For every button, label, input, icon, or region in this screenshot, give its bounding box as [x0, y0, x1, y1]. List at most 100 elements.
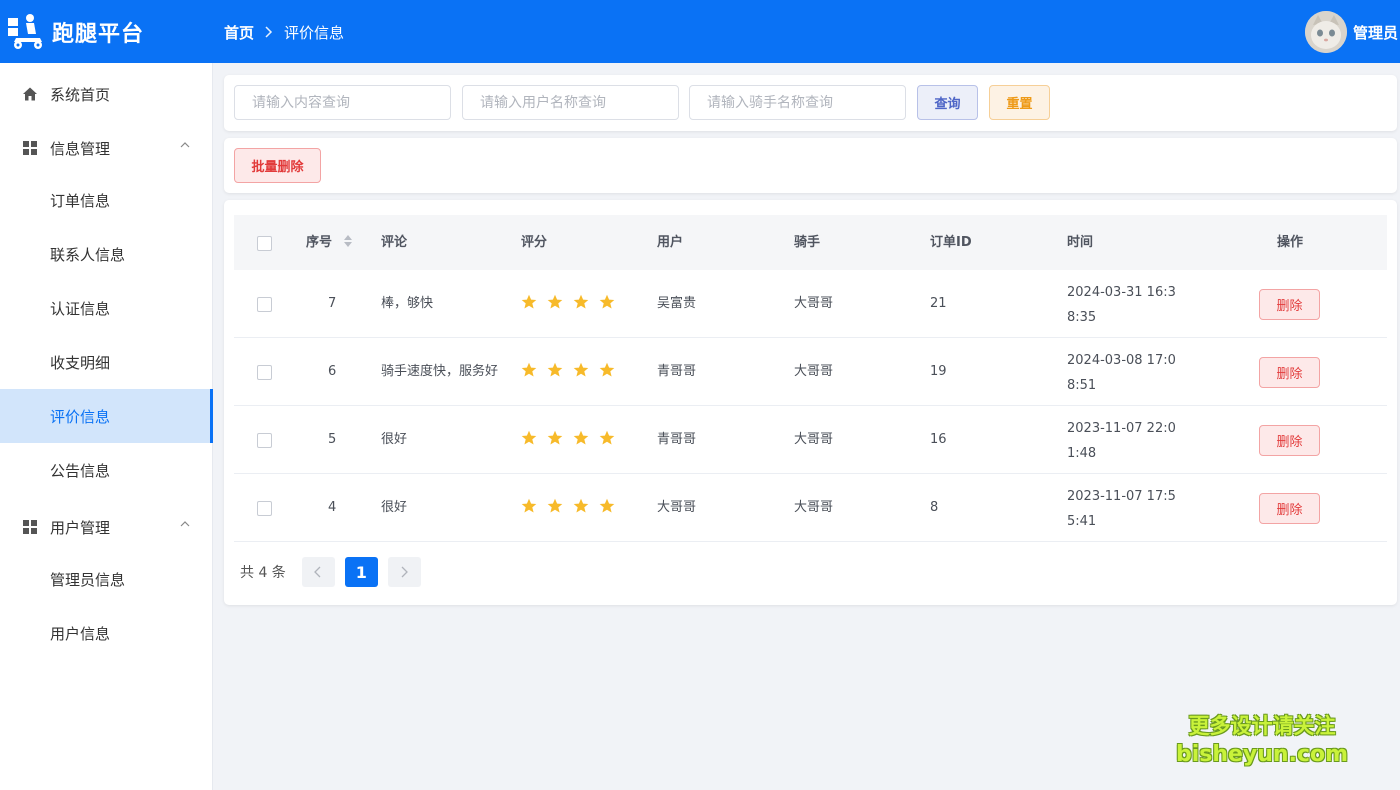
sidebar-group-user-management[interactable]: 用户管理	[0, 500, 213, 554]
reset-button[interactable]: 重置	[989, 85, 1050, 120]
star-icon	[573, 430, 589, 445]
sidebar-item-finance[interactable]: 收支明细	[0, 335, 213, 389]
table-header: 序号 评论 评分 用户 骑手 订单ID 时间 操作	[234, 215, 1387, 270]
star-icon	[547, 362, 563, 377]
row-checkbox[interactable]	[257, 433, 272, 448]
top-header: 跑腿平台 首页 评价信息 管理员	[0, 0, 1400, 63]
row-checkbox[interactable]	[257, 297, 272, 312]
cell-time: 2024-03-31 16:38:35	[1067, 285, 1176, 325]
sidebar-item-label: 用户信息	[50, 624, 111, 643]
cell-user: 青哥哥	[657, 432, 697, 447]
delete-button[interactable]: 删除	[1259, 493, 1320, 524]
total-count: 共 4 条	[240, 565, 286, 581]
sidebar-item-label: 信息管理	[50, 139, 111, 158]
cell-id: 7	[328, 296, 337, 311]
column-header-id[interactable]: 序号	[306, 215, 353, 270]
cell-comment: 棒，够快	[381, 296, 434, 311]
sidebar: 系统首页 信息管理 订单信息 联系人信息 认证信息 收支明细 评价信息 公告信息…	[0, 63, 213, 790]
sidebar-item-orders[interactable]: 订单信息	[0, 173, 213, 227]
cell-rider: 大哥哥	[794, 432, 834, 447]
table-row: 5 很好 青哥哥 大哥哥 16 2023-11-07 22:01:48 删除	[234, 406, 1387, 474]
select-all-checkbox[interactable]	[257, 236, 272, 251]
cell-comment: 骑手速度快，服务好	[381, 364, 499, 379]
star-icon	[521, 430, 537, 445]
star-icon	[521, 294, 537, 309]
delete-button[interactable]: 删除	[1259, 357, 1320, 388]
sidebar-item-label: 收支明细	[50, 353, 111, 372]
column-header-time: 时间	[1067, 235, 1094, 250]
content-search-input[interactable]	[234, 85, 451, 120]
column-header-user: 用户	[657, 235, 684, 250]
cat-avatar-icon	[1304, 11, 1347, 53]
grid-icon	[23, 520, 37, 534]
cell-rider: 大哥哥	[794, 364, 834, 379]
reviews-table: 序号 评论 评分 用户 骑手 订单ID 时间 操作 7 棒，够快 吴富贵 大哥哥 21 2…	[224, 200, 1397, 605]
sidebar-item-label: 联系人信息	[50, 245, 126, 264]
cell-id: 4	[328, 500, 337, 515]
star-icon	[599, 498, 615, 513]
column-header-actions: 操作	[1277, 235, 1304, 250]
sidebar-item-reviews[interactable]: 评价信息	[0, 389, 213, 443]
delete-button[interactable]: 删除	[1259, 425, 1320, 456]
cell-time: 2023-11-07 22:01:48	[1067, 421, 1176, 461]
sidebar-item-admins[interactable]: 管理员信息	[0, 552, 213, 606]
sidebar-item-notices[interactable]: 公告信息	[0, 443, 213, 497]
cell-user: 吴富贵	[657, 296, 697, 311]
prev-page-button[interactable]	[301, 557, 335, 587]
column-header-label: 序号	[306, 235, 333, 250]
table-row: 7 棒，够快 吴富贵 大哥哥 21 2024-03-31 16:38:35 删除	[234, 270, 1387, 338]
delivery-rider-icon	[8, 14, 42, 49]
row-checkbox[interactable]	[257, 365, 272, 380]
sidebar-item-label: 管理员信息	[50, 570, 126, 589]
query-button[interactable]: 查询	[917, 85, 978, 120]
page-button-current[interactable]: 1	[344, 557, 378, 587]
star-icon	[521, 362, 537, 377]
cell-rating	[521, 430, 625, 448]
sidebar-item-home[interactable]: 系统首页	[0, 67, 213, 121]
sidebar-item-label: 系统首页	[50, 85, 111, 104]
sidebar-item-label: 认证信息	[50, 299, 111, 318]
cell-time: 2023-11-07 17:55:41	[1067, 489, 1176, 529]
cell-rider: 大哥哥	[794, 500, 834, 515]
cell-rider: 大哥哥	[794, 296, 834, 311]
cell-id: 5	[328, 432, 337, 447]
star-icon	[547, 294, 563, 309]
cell-user: 青哥哥	[657, 364, 697, 379]
table-row: 6 骑手速度快，服务好 青哥哥 大哥哥 19 2024-03-08 17:08:51 删除	[234, 338, 1387, 406]
cell-user: 大哥哥	[657, 500, 697, 515]
user-menu[interactable]: 管理员	[1304, 10, 1398, 54]
avatar[interactable]	[1304, 11, 1347, 53]
chevron-right-icon	[265, 26, 273, 38]
sidebar-item-label: 订单信息	[50, 191, 111, 210]
next-page-button[interactable]	[387, 557, 421, 587]
column-header-rating: 评分	[521, 235, 548, 250]
home-icon	[23, 87, 37, 101]
sidebar-item-label: 公告信息	[50, 461, 111, 480]
sidebar-item-users[interactable]: 用户信息	[0, 606, 213, 660]
breadcrumb-home[interactable]: 首页	[224, 22, 254, 43]
batch-delete-button[interactable]: 批量删除	[234, 148, 321, 183]
cell-time: 2024-03-08 17:08:51	[1067, 353, 1176, 393]
cell-comment: 很好	[381, 432, 408, 447]
username[interactable]: 管理员	[1353, 22, 1398, 43]
column-header-comment: 评论	[381, 235, 408, 250]
star-icon	[547, 498, 563, 513]
star-icon	[547, 430, 563, 445]
toolbar: 批量删除	[224, 138, 1397, 193]
star-icon	[573, 498, 589, 513]
app-logo[interactable]: 跑腿平台	[6, 10, 206, 54]
user-search-input[interactable]	[462, 85, 679, 120]
row-checkbox[interactable]	[257, 501, 272, 516]
star-icon	[599, 362, 615, 377]
sidebar-item-contacts[interactable]: 联系人信息	[0, 227, 213, 281]
sort-icon[interactable]	[343, 234, 353, 248]
cell-comment: 很好	[381, 500, 408, 515]
watermark-line2: bisheyun.com	[1175, 742, 1349, 767]
sidebar-group-info-management[interactable]: 信息管理	[0, 121, 213, 175]
watermark: 更多设计请关注 bisheyun.com	[1172, 712, 1352, 770]
cell-order-id: 16	[930, 432, 947, 447]
rider-search-input[interactable]	[689, 85, 906, 120]
cell-order-id: 21	[930, 296, 947, 311]
delete-button[interactable]: 删除	[1259, 289, 1320, 320]
sidebar-item-certification[interactable]: 认证信息	[0, 281, 213, 335]
